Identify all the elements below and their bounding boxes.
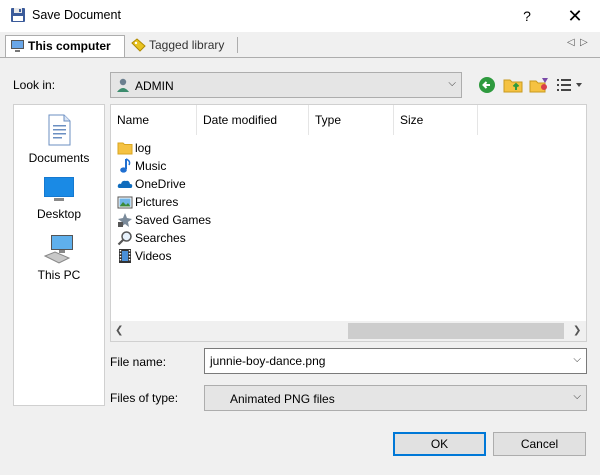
column-header-name[interactable]: Name [111, 105, 197, 135]
place-desktop[interactable]: Desktop [14, 175, 104, 221]
horizontal-scrollbar[interactable]: ❮ ❯ [111, 321, 586, 341]
close-button[interactable]: ✕ [560, 3, 590, 29]
tab-label: This computer [28, 39, 111, 53]
videos-icon [119, 249, 131, 263]
place-label: Desktop [36, 207, 82, 221]
search-icon [117, 231, 132, 246]
title-bar: Save Document ? ✕ [0, 0, 600, 32]
saved-games-icon [118, 213, 132, 227]
desktop-icon [44, 177, 74, 201]
look-in-label: Look in: [13, 78, 56, 92]
look-in-dropdown[interactable]: ADMIN ⌵ [110, 72, 462, 98]
save-dialog: Save Document ? ✕ This computer Tagged l… [0, 0, 600, 475]
place-label: Documents [28, 151, 90, 165]
list-item-label: OneDrive [135, 177, 186, 191]
tab-this-computer[interactable]: This computer [5, 35, 125, 57]
pictures-icon [117, 196, 133, 209]
places-sidebar: Documents Desktop This PC [13, 104, 105, 406]
computer-icon [11, 40, 24, 52]
list-item-label: Pictures [135, 195, 179, 209]
file-name-value[interactable]: junnie-boy-dance.png [210, 354, 325, 368]
window-title: Save Document [32, 8, 121, 22]
place-this-pc[interactable]: This PC [14, 232, 104, 282]
tag-icon [131, 38, 146, 52]
scroll-right-icon[interactable]: ❯ [573, 325, 581, 336]
look-in-value: ADMIN [135, 79, 174, 93]
this-pc-icon [43, 235, 73, 264]
column-header-type[interactable]: Type [309, 105, 394, 135]
tab-label: Tagged library [149, 38, 225, 52]
tab-strip: This computer Tagged library [0, 32, 600, 58]
help-button[interactable]: ? [514, 3, 540, 29]
tab-scroll-right-icon[interactable]: ▷ [580, 37, 588, 48]
onedrive-icon [117, 180, 133, 188]
back-arrow-icon[interactable] [476, 74, 498, 96]
file-type-value: Animated PNG files [230, 392, 335, 406]
cancel-button[interactable]: Cancel [493, 432, 586, 456]
user-folder-icon [117, 78, 129, 92]
column-header-date-modified[interactable]: Date modified [197, 105, 309, 135]
chevron-down-icon: ⌵ [573, 391, 581, 402]
chevron-down-icon[interactable]: ⌵ [573, 354, 581, 365]
file-list[interactable]: Name Date modified Type Size log Music O… [110, 104, 587, 342]
folder-icon [117, 142, 133, 155]
tab-baseline [0, 57, 600, 58]
scrollbar-thumb[interactable] [348, 323, 564, 339]
column-header-size[interactable]: Size [394, 105, 478, 135]
list-item-label: Music [135, 159, 167, 173]
list-item-label: log [135, 141, 152, 155]
place-documents[interactable]: Documents [14, 113, 104, 165]
chevron-down-icon: ⌵ [448, 78, 456, 89]
up-folder-icon[interactable] [502, 74, 524, 96]
file-name-label: File name: [110, 355, 167, 369]
music-icon [120, 158, 131, 173]
list-item-label: Searches [135, 231, 186, 245]
new-folder-icon[interactable] [528, 74, 550, 96]
tab-scroll-left-icon[interactable]: ◁ [567, 37, 575, 48]
list-item-label: Saved Games [135, 213, 212, 227]
tab-tagged-library[interactable]: Tagged library [127, 35, 235, 57]
place-label: This PC [37, 268, 81, 282]
file-type-dropdown[interactable]: Animated PNG files ⌵ [204, 385, 587, 411]
documents-icon [48, 114, 71, 146]
list-item-label: Videos [135, 249, 172, 263]
floppy-disk-icon [11, 8, 25, 22]
file-name-input[interactable]: junnie-boy-dance.png ⌵ [204, 348, 587, 374]
view-menu-icon[interactable] [554, 74, 586, 96]
ok-button[interactable]: OK [393, 432, 486, 456]
scroll-left-icon[interactable]: ❮ [115, 325, 123, 336]
file-type-label: Files of type: [110, 391, 179, 405]
tab-separator [237, 37, 238, 53]
